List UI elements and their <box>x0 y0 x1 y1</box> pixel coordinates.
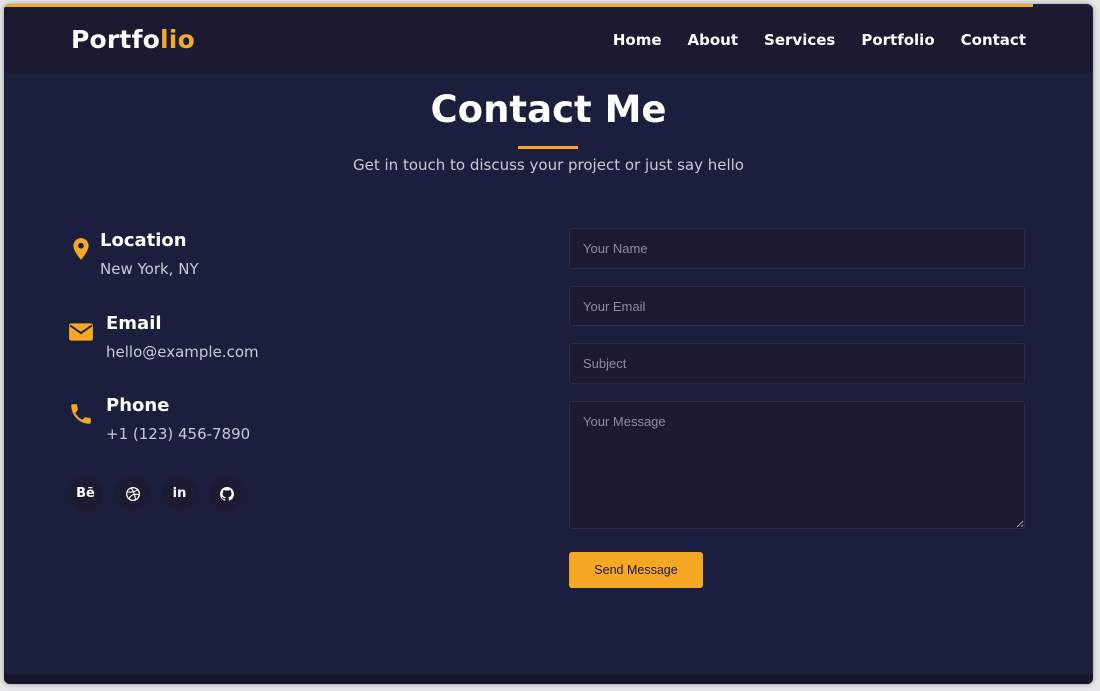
nav-link-about[interactable]: About <box>688 31 739 49</box>
social-links: Bē in <box>68 476 244 511</box>
contact-info-label: Email <box>106 313 162 334</box>
phone-icon <box>71 404 91 424</box>
contact-info-value[interactable]: hello@example.com <box>106 343 259 361</box>
github-glyph <box>219 486 234 501</box>
contact-info-value: New York, NY <box>100 260 199 278</box>
navbar: Portfolio Home About Services Portfolio … <box>4 7 1093 73</box>
nav-link-home[interactable]: Home <box>613 31 662 49</box>
page-subtitle: Get in touch to discuss your project or … <box>353 156 744 174</box>
nav-links: Home About Services Portfolio Contact <box>613 31 1026 49</box>
behance-icon[interactable]: Bē <box>68 476 103 511</box>
envelope-icon <box>69 323 93 341</box>
email-input[interactable] <box>569 286 1025 326</box>
behance-glyph: Bē <box>76 486 95 501</box>
title-underline <box>518 146 578 149</box>
nav-link-contact[interactable]: Contact <box>961 31 1026 49</box>
page-title: Contact Me <box>430 88 667 131</box>
logo[interactable]: Portfolio <box>71 25 195 54</box>
nav-link-portfolio[interactable]: Portfolio <box>861 31 934 49</box>
contact-info-label: Phone <box>106 395 170 416</box>
linkedin-icon[interactable]: in <box>162 476 197 511</box>
send-message-button[interactable]: Send Message <box>569 552 703 588</box>
linkedin-glyph: in <box>172 486 187 501</box>
footer-bar <box>4 674 1093 684</box>
github-icon[interactable] <box>209 476 244 511</box>
message-textarea[interactable] <box>569 401 1025 529</box>
logo-text-primary: Portfo <box>71 25 161 54</box>
logo-text-accent: lio <box>160 25 195 54</box>
dribbble-icon[interactable] <box>115 476 150 511</box>
nav-link-services[interactable]: Services <box>764 31 835 49</box>
browser-window: Portfolio Home About Services Portfolio … <box>4 4 1093 684</box>
dribbble-glyph <box>125 486 140 501</box>
contact-info-label: Location <box>100 230 187 251</box>
contact-info-value[interactable]: +1 (123) 456-7890 <box>106 425 250 443</box>
name-input[interactable] <box>569 228 1025 269</box>
location-pin-icon <box>73 238 89 260</box>
subject-input[interactable] <box>569 343 1025 384</box>
